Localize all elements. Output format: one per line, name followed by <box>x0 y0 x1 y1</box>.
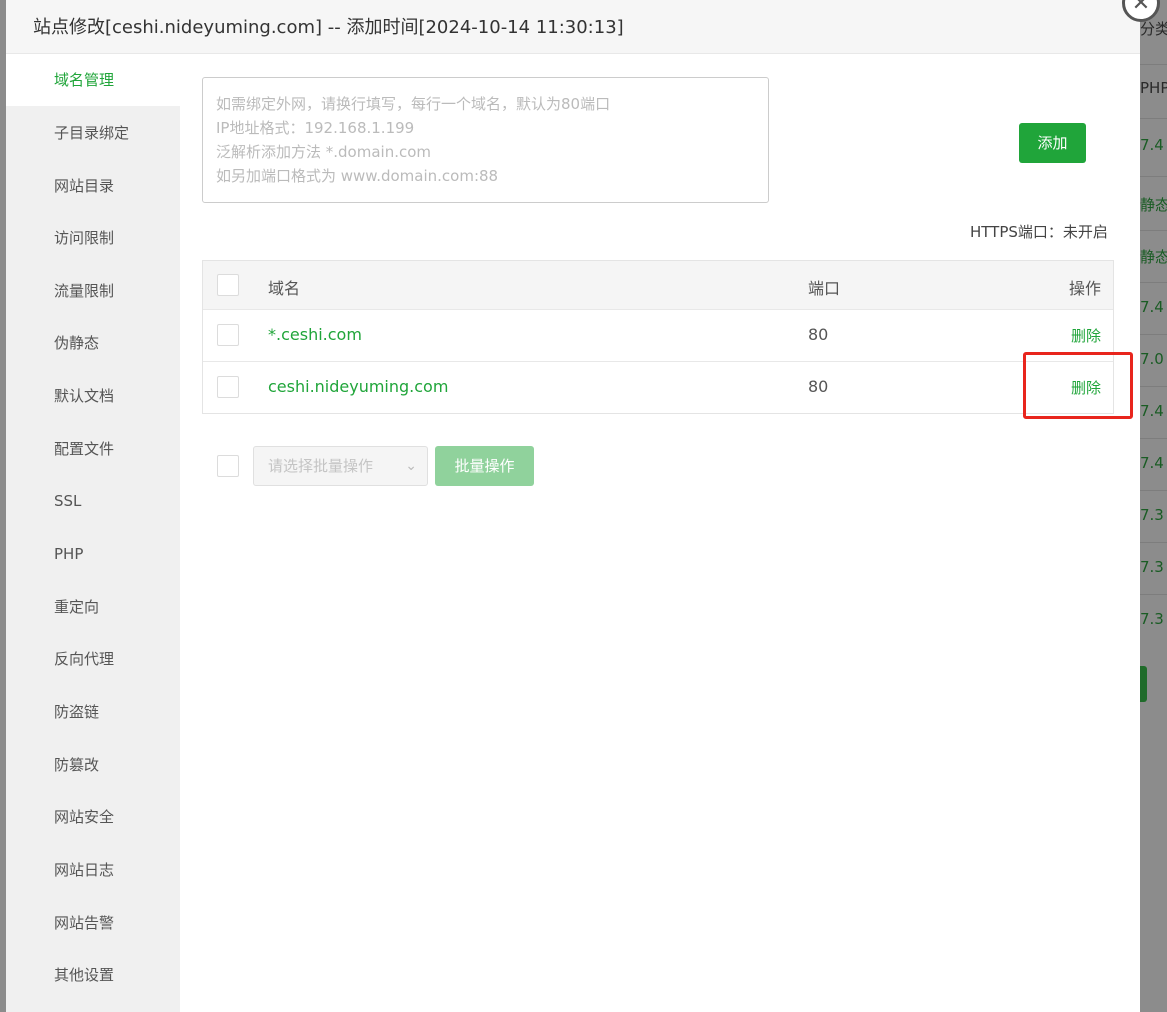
placeholder-line: 如需绑定外网，请换行填写，每行一个域名，默认为80端口 <box>216 95 611 113</box>
modal-header: 站点修改[ceshi.nideyuming.com] -- 添加时间[2024-… <box>6 0 1140 54</box>
domain-textarea[interactable]: 如需绑定外网，请换行填写，每行一个域名，默认为80端口 IP地址格式：192.1… <box>202 77 769 203</box>
port-value: 80 <box>808 325 829 344</box>
row-checkbox[interactable] <box>217 376 239 398</box>
placeholder-line: 如另加端口格式为 www.domain.com:88 <box>216 167 499 185</box>
sidebar-item-subdirectory-binding[interactable]: 子目录绑定 <box>6 107 180 159</box>
port-value: 80 <box>808 377 829 396</box>
sidebar-item-default-document[interactable]: 默认文档 <box>6 370 180 422</box>
sidebar-item-url-rewrite[interactable]: 伪静态 <box>6 317 180 369</box>
sidebar-item-redirect[interactable]: 重定向 <box>6 581 180 633</box>
domain-link[interactable]: *.ceshi.com <box>268 325 362 344</box>
sidebar-item-php[interactable]: PHP <box>6 528 180 580</box>
domain-management-panel: 如需绑定外网，请换行填写，每行一个域名，默认为80端口 IP地址格式：192.1… <box>180 54 1140 1012</box>
background-cell: 7.3 <box>1140 506 1164 524</box>
sidebar-item-site-directory[interactable]: 网站目录 <box>6 160 180 212</box>
background-cell: 7.4 <box>1140 402 1164 420</box>
table-header-row: 域名 端口 操作 <box>203 261 1113 309</box>
domain-link[interactable]: ceshi.nideyuming.com <box>268 377 448 396</box>
background-cell: 静态 <box>1140 248 1167 266</box>
table-row: ceshi.nideyuming.com 80 删除 <box>203 361 1113 413</box>
sidebar-item-site-security[interactable]: 网站安全 <box>6 791 180 843</box>
batch-operation-select[interactable]: 请选择批量操作 ⌄ <box>253 446 428 486</box>
sidebar-item-traffic-limit[interactable]: 流量限制 <box>6 265 180 317</box>
sidebar-item-other-settings[interactable]: 其他设置 <box>6 949 180 1001</box>
background-cell: 7.4 <box>1140 298 1164 316</box>
column-header-domain: 域名 <box>268 279 301 298</box>
batch-operation-button[interactable]: 批量操作 <box>435 446 534 486</box>
modal-title: 站点修改[ceshi.nideyuming.com] -- 添加时间[2024-… <box>33 17 624 38</box>
sidebar-item-reverse-proxy[interactable]: 反向代理 <box>6 633 180 685</box>
site-edit-modal: 站点修改[ceshi.nideyuming.com] -- 添加时间[2024-… <box>6 0 1140 1012</box>
background-cell: 7.3 <box>1140 610 1164 628</box>
sidebar-item-domain-management[interactable]: 域名管理 <box>6 54 180 106</box>
sidebar-item-config-file[interactable]: 配置文件 <box>6 423 180 475</box>
settings-sidebar: 域名管理 子目录绑定 网站目录 访问限制 流量限制 伪静态 默认文档 配置文件 … <box>6 54 180 1012</box>
sidebar-item-site-log[interactable]: 网站日志 <box>6 844 180 896</box>
column-header-port: 端口 <box>808 279 841 298</box>
background-cell: PHP <box>1140 79 1167 97</box>
sidebar-item-access-restriction[interactable]: 访问限制 <box>6 212 180 264</box>
batch-select-checkbox[interactable] <box>217 455 239 477</box>
delete-link[interactable]: 删除 <box>1071 325 1101 346</box>
sidebar-item-tamper-protection[interactable]: 防篡改 <box>6 739 180 791</box>
select-all-checkbox[interactable] <box>217 274 239 296</box>
background-page-strip: 分类 PHP 7.4 静态 静态 7.4 7.0 7.4 7.4 7.3 7.3… <box>1140 0 1167 1012</box>
batch-select-placeholder: 请选择批量操作 <box>268 457 374 475</box>
sidebar-item-hotlink-protection[interactable]: 防盗链 <box>6 686 180 738</box>
background-cell: 静态 <box>1140 196 1167 214</box>
sidebar-item-ssl[interactable]: SSL <box>6 475 180 527</box>
column-header-action: 操作 <box>1068 279 1101 298</box>
background-cell: 7.4 <box>1140 454 1164 472</box>
background-cell: 7.4 <box>1140 136 1164 154</box>
https-port-status: HTTPS端口：未开启 <box>970 223 1108 241</box>
placeholder-line: IP地址格式：192.168.1.199 <box>216 119 415 137</box>
background-cell: 7.3 <box>1140 558 1164 576</box>
background-cell: 7.0 <box>1140 350 1164 368</box>
placeholder-line: 泛解析添加方法 *.domain.com <box>216 143 432 161</box>
domain-table: 域名 端口 操作 *.ceshi.com 80 删除 ceshi.nideyum… <box>202 260 1114 414</box>
highlight-box <box>1023 352 1133 419</box>
sidebar-item-site-alert[interactable]: 网站告警 <box>6 897 180 949</box>
table-row: *.ceshi.com 80 删除 <box>203 309 1113 361</box>
row-checkbox[interactable] <box>217 324 239 346</box>
add-domain-button[interactable]: 添加 <box>1019 123 1086 163</box>
background-button <box>1140 666 1147 702</box>
chevron-down-icon: ⌄ <box>405 458 417 474</box>
